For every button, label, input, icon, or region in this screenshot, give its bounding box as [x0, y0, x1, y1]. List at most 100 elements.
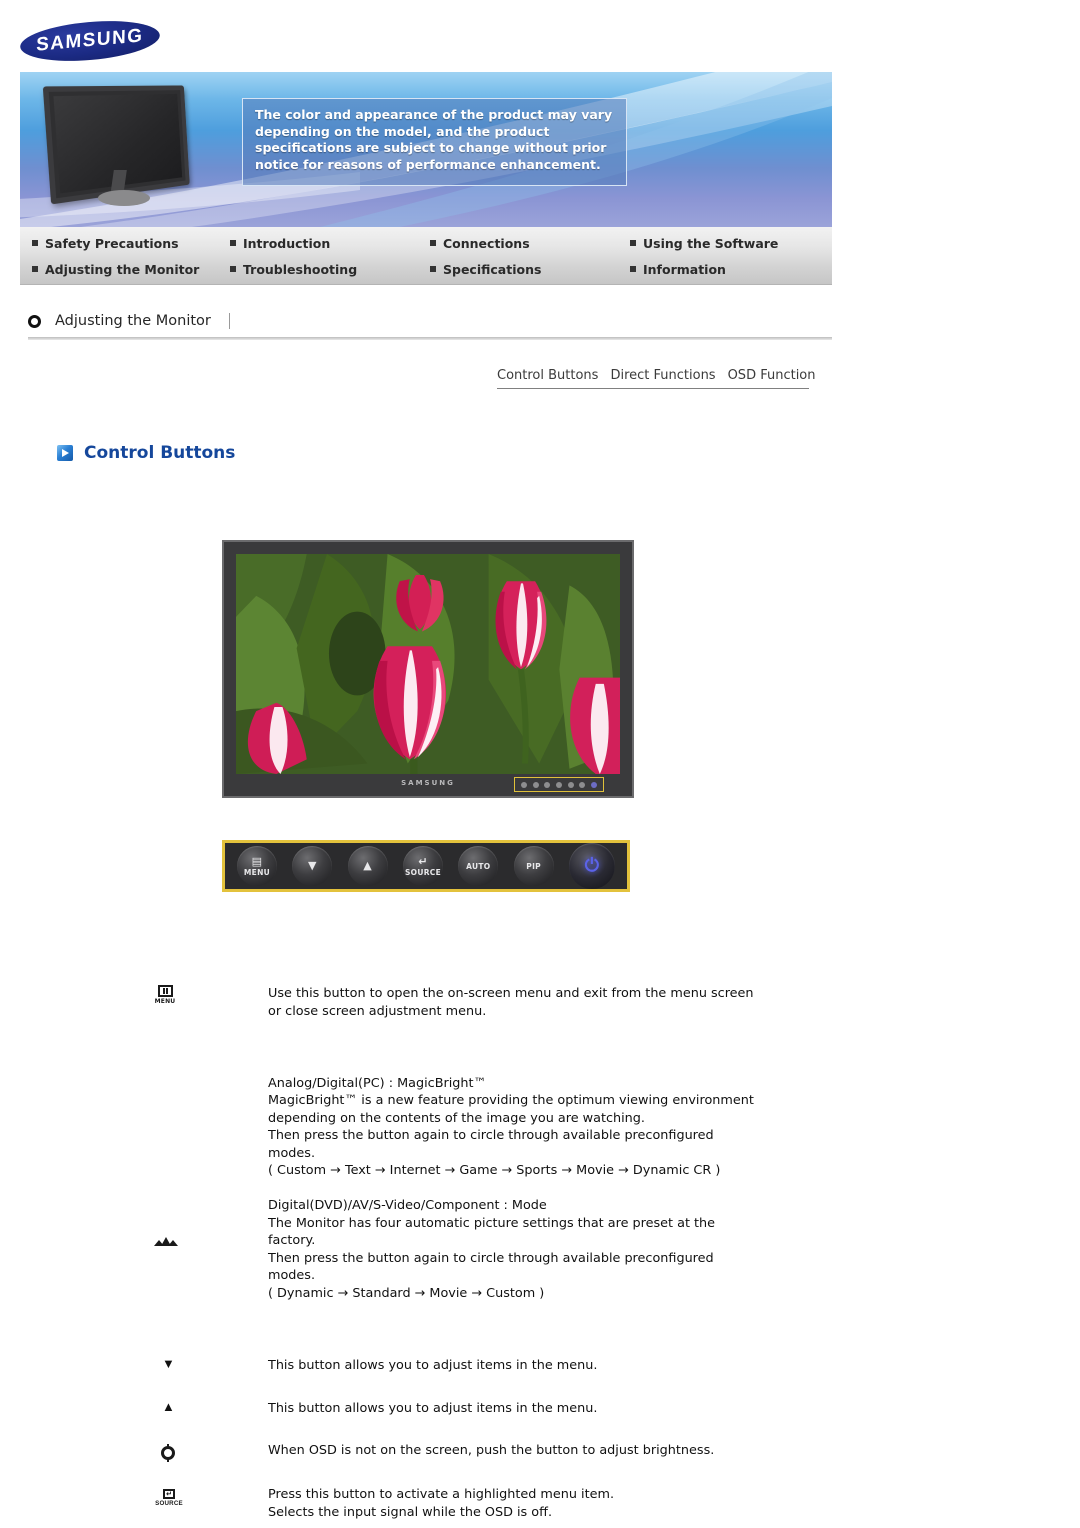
pip-button[interactable]: PIP [513, 846, 554, 886]
logo-ellipse: SAMSUNG [18, 15, 162, 67]
monitor-brand-label: SAMSUNG [401, 779, 455, 787]
row-icon-cell: ↵ SOURCE [140, 1486, 268, 1507]
nav-item-introduction[interactable]: Introduction [230, 230, 430, 256]
row-text-cell: Press this button to activate a highligh… [268, 1486, 614, 1521]
nav-label: Specifications [443, 261, 542, 277]
sub-tab-bar: Control Buttons Direct Functions OSD Fun… [497, 368, 816, 389]
source-icon: ↵ SOURCE [154, 1489, 184, 1507]
banner-monitor-base [98, 190, 150, 206]
nav-label: Information [643, 261, 726, 277]
row-text-cell: Analog/Digital(PC) : MagicBright™ MagicB… [268, 1057, 754, 1302]
banner-monitor-image [42, 85, 198, 208]
bullet-square-icon [32, 266, 38, 272]
main-navigation: Safety Precautions Introduction Connecti… [20, 227, 832, 285]
menu-button-label: MENU [243, 867, 271, 877]
up-button[interactable]: ▲ [347, 846, 388, 886]
desc-line: Then press the button again to circle th… [268, 1128, 714, 1143]
menu-button[interactable]: ▤ MENU [237, 846, 277, 886]
table-row-menu: MENU Use this button to open the on-scre… [140, 985, 840, 1057]
monitor-button-highlight [514, 777, 604, 792]
mb-tri-right [168, 1240, 178, 1246]
desc-line: Digital(DVD)/AV/S-Video/Component : Mode [268, 1198, 547, 1213]
row-text-cell: Use this button to open the on-screen me… [268, 985, 754, 1020]
page-heading: Control Buttons [57, 443, 235, 463]
mini-button-power [591, 781, 598, 788]
source-button[interactable]: ↵ SOURCE [402, 846, 443, 886]
desc-line: Press this button to activate a highligh… [268, 1487, 615, 1502]
source-button-label: SOURCE [404, 867, 442, 877]
bullet-square-icon [630, 240, 636, 246]
enter-icon: ↵ [418, 854, 428, 868]
desc-line: Analog/Digital(PC) : MagicBright™ [268, 1075, 487, 1091]
mini-button-auto [567, 781, 574, 788]
nav-row-1: Safety Precautions Introduction Connecti… [20, 230, 832, 256]
auto-button[interactable]: AUTO [458, 846, 499, 886]
magicbright-icon [154, 1232, 178, 1248]
desc-line: The Monitor has four automatic picture s… [268, 1215, 716, 1231]
nav-item-specifications[interactable]: Specifications [430, 256, 630, 282]
bullet-square-icon [32, 240, 38, 246]
tab-control-buttons[interactable]: Control Buttons [497, 368, 598, 383]
mini-button-up [544, 781, 551, 788]
source-icon-label: SOURCE [155, 1500, 183, 1507]
row-text-cell: This button allows you to adjust items i… [268, 1357, 597, 1375]
mini-button-menu [520, 781, 527, 788]
button-description-table: MENU Use this button to open the on-scre… [140, 985, 840, 1521]
power-button[interactable]: ⏻ [568, 843, 615, 889]
table-row-source: ↵ SOURCE Press this button to activate a… [140, 1486, 840, 1521]
tab-direct-functions[interactable]: Direct Functions [610, 368, 715, 383]
nav-item-troubleshooting[interactable]: Troubleshooting [230, 256, 430, 282]
desc-line: factory. [268, 1233, 316, 1248]
menu-icon: ▤ [251, 854, 263, 868]
desc-line: When OSD is not on the screen, push the … [268, 1443, 715, 1458]
logo-text: SAMSUNG [36, 25, 144, 56]
mini-button-pip [579, 781, 586, 788]
nav-label: Using the Software [643, 235, 779, 251]
row-text-cell: This button allows you to adjust items i… [268, 1400, 597, 1418]
menu-icon-label: MENU [154, 998, 176, 1005]
mini-button-source [555, 781, 562, 788]
nav-item-information[interactable]: Information [630, 256, 830, 282]
down-triangle-icon: ▼ [162, 1356, 175, 1371]
desc-line: modes. [268, 1145, 316, 1161]
tulips-photo [236, 554, 620, 774]
arrow-right-icon [57, 445, 73, 461]
section-divider [28, 337, 832, 340]
nav-item-connections[interactable]: Connections [430, 230, 630, 256]
desc-line: Selects the input signal while the OSD i… [268, 1504, 553, 1520]
table-row-down: ▼ This button allows you to adjust items… [140, 1357, 840, 1400]
down-button[interactable]: ▼ [292, 846, 333, 886]
control-panel-closeup: ▤ MENU ▼ ▲ ↵ SOURCE AUTO PIP ⏻ [222, 840, 630, 892]
nav-item-safety-precautions[interactable]: Safety Precautions [20, 230, 230, 256]
desc-line: depending on the contents of the image y… [268, 1110, 645, 1126]
page-title: Control Buttons [84, 443, 236, 463]
desc-line: ( Dynamic → Standard → Movie → Custom ) [268, 1285, 545, 1301]
desc-line: Then press the button again to circle th… [268, 1250, 714, 1266]
product-notice-callout: The color and appearance of the product … [242, 98, 627, 186]
nav-label: Connections [443, 235, 530, 251]
nav-row-2: Adjusting the Monitor Troubleshooting Sp… [20, 256, 832, 282]
nav-item-adjusting-the-monitor[interactable]: Adjusting the Monitor [20, 256, 230, 282]
nav-item-using-the-software[interactable]: Using the Software [630, 230, 830, 256]
desc-line: MagicBright™ is a new feature providing … [268, 1093, 754, 1108]
row-icon-cell [140, 1057, 268, 1248]
hero-banner: The color and appearance of the product … [20, 72, 832, 227]
up-triangle-icon: ▲ [162, 1399, 175, 1414]
circle-marker-icon [28, 314, 41, 328]
nav-label: Troubleshooting [243, 261, 358, 277]
table-row-magicbright: Analog/Digital(PC) : MagicBright™ MagicB… [140, 1057, 840, 1357]
nav-label: Safety Precautions [45, 235, 179, 251]
bullet-square-icon [430, 266, 436, 272]
menu-icon: MENU [154, 985, 176, 1005]
row-icon-cell: MENU [140, 985, 268, 1005]
mini-button-down [532, 781, 539, 788]
row-icon-cell: ▲ [140, 1400, 268, 1414]
tab-osd-function[interactable]: OSD Function [728, 368, 816, 383]
power-icon: ⏻ [584, 855, 600, 876]
bullet-square-icon [630, 266, 636, 272]
monitor-bezel-bottom: SAMSUNG [224, 776, 632, 794]
source-icon-box: ↵ [163, 1489, 175, 1499]
bullet-square-icon [230, 266, 236, 272]
bullet-square-icon [230, 240, 236, 246]
section-title: Adjusting the Monitor [55, 313, 230, 329]
